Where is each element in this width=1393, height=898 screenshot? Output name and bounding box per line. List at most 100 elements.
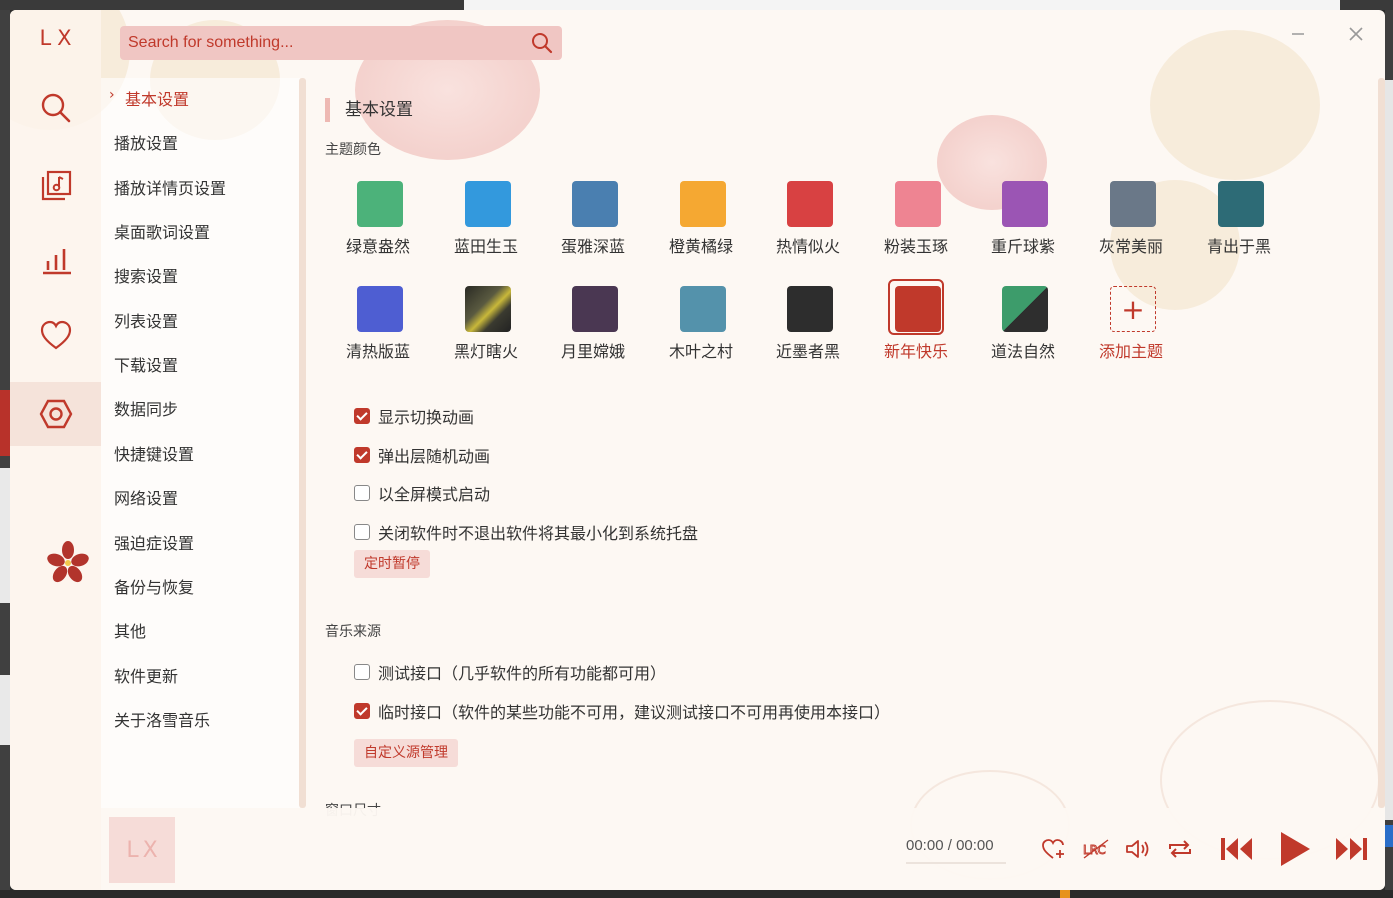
settings-nav-item-ocd[interactable]: 强迫症设置 (114, 531, 194, 557)
theme-option[interactable]: 灰常美丽 (1076, 174, 1186, 257)
settings-nav-item-update[interactable]: 软件更新 (114, 664, 178, 690)
settings-nav-item-list[interactable]: 列表设置 (114, 309, 178, 335)
checkbox-checked[interactable] (354, 447, 370, 463)
progress-bar[interactable] (906, 862, 1006, 864)
theme-option[interactable]: 木叶之村 (646, 279, 756, 362)
theme-option[interactable]: 清热版蓝 (323, 279, 433, 362)
theme-option[interactable]: 重斤球紫 (968, 174, 1078, 257)
theme-name: 蛋雅深蓝 (560, 237, 625, 256)
content-scrollbar[interactable] (1378, 78, 1385, 808)
checkbox[interactable] (354, 664, 370, 680)
nav-favorites[interactable] (10, 304, 101, 368)
repeat-mode-button[interactable] (1165, 835, 1195, 863)
background-app-fragment (1385, 80, 1393, 820)
play-time: 00:00 / 00:00 (906, 837, 994, 854)
search-icon[interactable] (530, 31, 554, 55)
next-track-button[interactable] (1331, 830, 1371, 868)
custom-source-button[interactable]: 自定义源管理 (354, 739, 458, 767)
close-icon (1349, 27, 1363, 41)
play-button[interactable] (1275, 828, 1315, 870)
theme-name: 道法自然 (990, 342, 1055, 361)
theme-name: 清热版蓝 (345, 342, 410, 361)
checkbox-checked[interactable] (354, 408, 370, 424)
theme-option[interactable]: 近墨者黑 (753, 279, 863, 362)
theme-swatch (465, 181, 511, 227)
nav-search[interactable] (10, 76, 101, 140)
theme-name: 绿意盎然 (345, 237, 410, 256)
option-label: 显示切换动画 (378, 408, 475, 427)
checkbox[interactable] (354, 524, 370, 540)
heart-icon (40, 320, 71, 350)
album-cover[interactable]: LX (109, 817, 175, 883)
settings-nav-item-desktop-lyric[interactable]: 桌面歌词设置 (114, 220, 210, 246)
theme-name: 青出于黑 (1206, 237, 1271, 256)
background-app-fragment (0, 390, 10, 456)
song-list-icon (41, 170, 71, 201)
theme-swatch (357, 286, 403, 332)
background-app-fragment (0, 468, 10, 603)
settings-nav-item-about[interactable]: 关于洛雪音乐 (114, 708, 210, 734)
favorite-button[interactable] (1039, 835, 1067, 863)
theme-option-selected[interactable]: 新年快乐 (861, 279, 971, 362)
source-temp-api[interactable]: 临时接口（软件的某些功能不可用，建议测试接口不可用再使用本接口） (354, 699, 890, 723)
theme-option[interactable]: 橙黄橘绿 (646, 174, 756, 257)
current-time: 00:00 (906, 837, 944, 854)
settings-nav-scrollbar[interactable] (299, 78, 306, 808)
theme-option[interactable]: 蛋雅深蓝 (538, 174, 648, 257)
settings-nav-item-backup[interactable]: 备份与恢复 (114, 575, 194, 601)
nav-song-list[interactable] (10, 154, 101, 218)
theme-option[interactable]: 热情似火 (753, 174, 863, 257)
settings-nav-item-play-detail[interactable]: 播放详情页设置 (114, 176, 226, 202)
skip-back-icon (1221, 838, 1252, 860)
theme-option[interactable]: 月里嫦娥 (538, 279, 648, 362)
theme-swatch (787, 181, 833, 227)
lyric-toggle-button[interactable]: LRC (1081, 835, 1111, 863)
minimize-icon (1292, 33, 1304, 35)
source-test-api[interactable]: 测试接口（几乎软件的所有功能都可用） (354, 660, 666, 684)
timer-pause-button[interactable]: 定时暂停 (354, 550, 430, 578)
checkbox[interactable] (354, 485, 370, 501)
option-switch-animation[interactable]: 显示切换动画 (354, 404, 474, 428)
settings-nav-item-play[interactable]: 播放设置 (114, 131, 178, 157)
add-theme-button[interactable]: + 添加主题 (1076, 279, 1186, 362)
option-fullscreen-start[interactable]: 以全屏模式启动 (354, 481, 490, 505)
theme-swatch (1110, 181, 1156, 227)
theme-swatch (572, 181, 618, 227)
checkbox-checked[interactable] (354, 703, 370, 719)
theme-name: 添加主题 (1098, 342, 1163, 361)
settings-nav-item-basic[interactable]: 基本设置 (125, 87, 189, 113)
time-separator: / (947, 837, 952, 854)
settings-nav-item-download[interactable]: 下载设置 (114, 353, 178, 379)
settings-nav-item-network[interactable]: 网络设置 (114, 486, 178, 512)
option-random-popup-animation[interactable]: 弹出层随机动画 (354, 443, 490, 467)
volume-button[interactable] (1123, 835, 1153, 863)
settings-nav: › 基本设置 播放设置 播放详情页设置 桌面歌词设置 搜索设置 列表设置 下载设… (101, 78, 300, 808)
theme-option[interactable]: 黑灯瞎火 (431, 279, 541, 362)
settings-nav-item-sync[interactable]: 数据同步 (114, 397, 178, 423)
theme-option[interactable]: 粉装玉琢 (861, 174, 971, 257)
settings-nav-item-hotkey[interactable]: 快捷键设置 (114, 442, 194, 468)
decor-flower-icon (47, 541, 89, 583)
settings-nav-item-other[interactable]: 其他 (114, 619, 146, 645)
option-minimize-to-tray[interactable]: 关闭软件时不退出软件将其最小化到系统托盘 (354, 520, 698, 544)
play-icon (1281, 832, 1310, 866)
settings-nav-item-search[interactable]: 搜索设置 (114, 264, 178, 290)
theme-option[interactable]: 道法自然 (968, 279, 1078, 362)
background-app-fragment (1060, 890, 1070, 898)
theme-option[interactable]: 绿意盎然 (323, 174, 433, 257)
nav-settings[interactable] (10, 382, 101, 446)
search-bar[interactable] (120, 26, 562, 60)
theme-name: 月里嫦娥 (560, 342, 625, 361)
theme-option[interactable]: 青出于黑 (1184, 174, 1294, 257)
theme-option[interactable]: 蓝田生玉 (431, 174, 541, 257)
search-input[interactable] (128, 34, 530, 52)
theme-swatch (680, 181, 726, 227)
background-app-fragment (0, 675, 10, 745)
previous-track-button[interactable] (1217, 830, 1257, 868)
close-button[interactable] (1342, 20, 1370, 48)
nav-leaderboard[interactable] (10, 228, 101, 292)
theme-swatch (572, 286, 618, 332)
minimize-button[interactable] (1284, 20, 1312, 48)
theme-name: 粉装玉琢 (883, 237, 948, 256)
heart-add-icon (1042, 839, 1064, 859)
